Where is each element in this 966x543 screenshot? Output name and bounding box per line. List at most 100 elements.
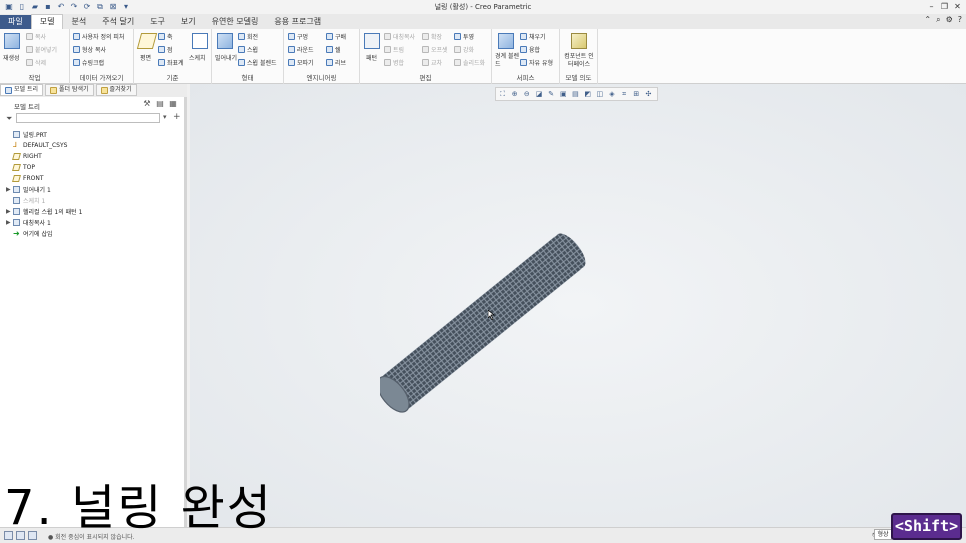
fill-button[interactable]: 채우기	[520, 32, 546, 41]
undo-icon[interactable]: ↶	[56, 2, 66, 12]
close-window-icon[interactable]: ⊠	[108, 2, 118, 12]
sketch-icon[interactable]	[192, 33, 208, 49]
group-label-shapes[interactable]: 형태	[212, 72, 283, 82]
extend-button[interactable]: 확장	[422, 32, 442, 41]
group-label-datum[interactable]: 기준	[134, 72, 211, 82]
plane-button[interactable]: 평면	[140, 53, 151, 62]
intersect-button[interactable]: 교차	[422, 58, 442, 67]
copy-button[interactable]: 복사	[26, 32, 46, 41]
tab-tools[interactable]: 도구	[142, 15, 173, 29]
tree-item[interactable]: ▶ 대칭복사 1	[6, 217, 51, 227]
group-label-operations[interactable]: 작업	[0, 72, 69, 82]
tree-item[interactable]: ➜ 여기에 삽입	[6, 228, 53, 238]
zoom-in-icon[interactable]: ⊕	[511, 90, 518, 98]
component-interface-button[interactable]: 컴포넌트 인터페이스	[563, 53, 595, 69]
tab-model[interactable]: 모델	[30, 14, 64, 29]
regenerate-icon[interactable]: ⟳	[82, 2, 92, 12]
tab-flexible-modeling[interactable]: 유연한 모델링	[204, 15, 267, 29]
filter-icon[interactable]: ⏷	[6, 114, 12, 124]
reorient-icon[interactable]: ✎	[548, 90, 555, 98]
selection-filter[interactable]: 형상	[874, 529, 892, 540]
add-filter-icon[interactable]: +	[173, 112, 181, 122]
view-manager-icon[interactable]: ▤	[572, 90, 579, 98]
shrinkwrap-button[interactable]: 슈링크랩	[73, 58, 104, 67]
collapse-ribbon-icon[interactable]: ⌃	[924, 15, 931, 25]
tab-file[interactable]: 파일	[0, 15, 31, 29]
extrude-button[interactable]: 밀어내기	[215, 53, 237, 62]
tree-item[interactable]: ⅃ DEFAULT_CSYS	[6, 140, 67, 150]
expand-arrow-icon[interactable]: ▶	[6, 219, 13, 226]
app-menu-icon[interactable]: ▣	[4, 2, 14, 12]
minimize-button[interactable]: –	[925, 0, 938, 14]
restore-button[interactable]: ❐	[938, 0, 951, 14]
expand-arrow-icon[interactable]: ▶	[6, 186, 13, 193]
tab-annotate[interactable]: 주석 달기	[94, 15, 142, 29]
user-defined-feature-button[interactable]: 사용자 정의 피처	[73, 32, 124, 41]
solidify-button[interactable]: 솔리드화	[454, 58, 485, 67]
project-button[interactable]: 투영	[454, 32, 474, 41]
saved-views-icon[interactable]: ▣	[560, 90, 567, 98]
spin-center-icon[interactable]: ✣	[645, 90, 652, 98]
sketch-button[interactable]: 스케치	[189, 53, 206, 62]
tree-item[interactable]: ▶ 밀어내기 1	[6, 184, 51, 194]
new-file-icon[interactable]: ▯	[17, 2, 27, 12]
style-button[interactable]: 융합	[520, 45, 540, 54]
close-button[interactable]: ✕	[951, 0, 964, 14]
settings-icon[interactable]: ⚙	[946, 15, 953, 25]
knurled-cylinder-model[interactable]	[380, 220, 590, 420]
tree-item[interactable]: TOP	[6, 162, 35, 172]
redo-icon[interactable]: ↷	[69, 2, 79, 12]
tree-item[interactable]: FRONT	[6, 173, 44, 183]
boundary-blend-button[interactable]: 경계 블렌드	[495, 53, 519, 69]
perspective-icon[interactable]: ◫	[596, 90, 603, 98]
search-icon[interactable]: ⌕	[936, 15, 940, 25]
sweep-button[interactable]: 스윕	[238, 45, 258, 54]
tab-folder-browser[interactable]: 폴더 탐색기	[45, 84, 94, 96]
offset-button[interactable]: 오프셋	[422, 45, 448, 54]
repaint-icon[interactable]: ◪	[535, 90, 543, 98]
group-label-editing[interactable]: 편집	[360, 72, 491, 82]
tree-item[interactable]: RIGHT	[6, 151, 42, 161]
plane-icon[interactable]	[136, 33, 158, 49]
tab-applications[interactable]: 응용 프로그램	[266, 15, 329, 29]
copy-geometry-button[interactable]: 형상 복사	[73, 45, 106, 54]
thicken-button[interactable]: 강화	[454, 45, 474, 54]
regenerate-button[interactable]: 재생성	[3, 53, 20, 62]
annotation-display-icon[interactable]: ⊞	[633, 90, 640, 98]
tree-columns-icon[interactable]: ▤	[155, 99, 165, 109]
tab-analysis[interactable]: 분석	[63, 15, 94, 29]
tree-settings-icon[interactable]: ⚒	[142, 99, 152, 109]
open-folder-icon[interactable]: ▰	[30, 2, 40, 12]
pattern-button[interactable]: 패턴	[366, 53, 377, 62]
tree-item[interactable]: ▶ 헬리컬 스윕 1의 패턴 1	[6, 206, 82, 216]
tree-item[interactable]: 스케치 1	[6, 195, 45, 205]
trim-button[interactable]: 트림	[384, 45, 404, 54]
datum-display-icon[interactable]: ⌗	[621, 90, 628, 98]
chamfer-button[interactable]: 모따기	[288, 58, 314, 67]
filter-dropdown-icon[interactable]: ▾	[163, 113, 167, 121]
tab-view[interactable]: 보기	[173, 15, 204, 29]
hole-button[interactable]: 구멍	[288, 32, 308, 41]
boundary-blend-icon[interactable]	[498, 33, 514, 49]
refit-icon[interactable]: ⛶	[499, 90, 506, 98]
section-icon[interactable]: ◈	[608, 90, 615, 98]
component-interface-icon[interactable]	[571, 33, 587, 49]
regenerate-icon[interactable]	[4, 33, 20, 49]
swept-blend-button[interactable]: 스윕 블렌드	[238, 58, 277, 67]
display-style-icon[interactable]: ◩	[584, 90, 591, 98]
tab-favorites[interactable]: 즐겨찾기	[95, 84, 137, 96]
merge-button[interactable]: 병합	[384, 58, 404, 67]
tree-show-icon[interactable]: ▦	[168, 99, 178, 109]
extrude-icon[interactable]	[217, 33, 233, 49]
freestyle-button[interactable]: 자유 유형	[520, 58, 553, 67]
group-label-get-data[interactable]: 데이터 가져오기	[70, 72, 133, 82]
draft-button[interactable]: 구배	[326, 32, 346, 41]
save-icon[interactable]: ▪	[43, 2, 53, 12]
help-icon[interactable]: ?	[958, 15, 962, 25]
group-label-model-intent[interactable]: 모델 의도	[560, 72, 597, 82]
pattern-icon[interactable]	[364, 33, 380, 49]
zoom-out-icon[interactable]: ⊖	[523, 90, 530, 98]
round-button[interactable]: 라운드	[288, 45, 314, 54]
tree-search-input[interactable]	[16, 113, 160, 123]
mirror-button[interactable]: 대칭복사	[384, 32, 415, 41]
